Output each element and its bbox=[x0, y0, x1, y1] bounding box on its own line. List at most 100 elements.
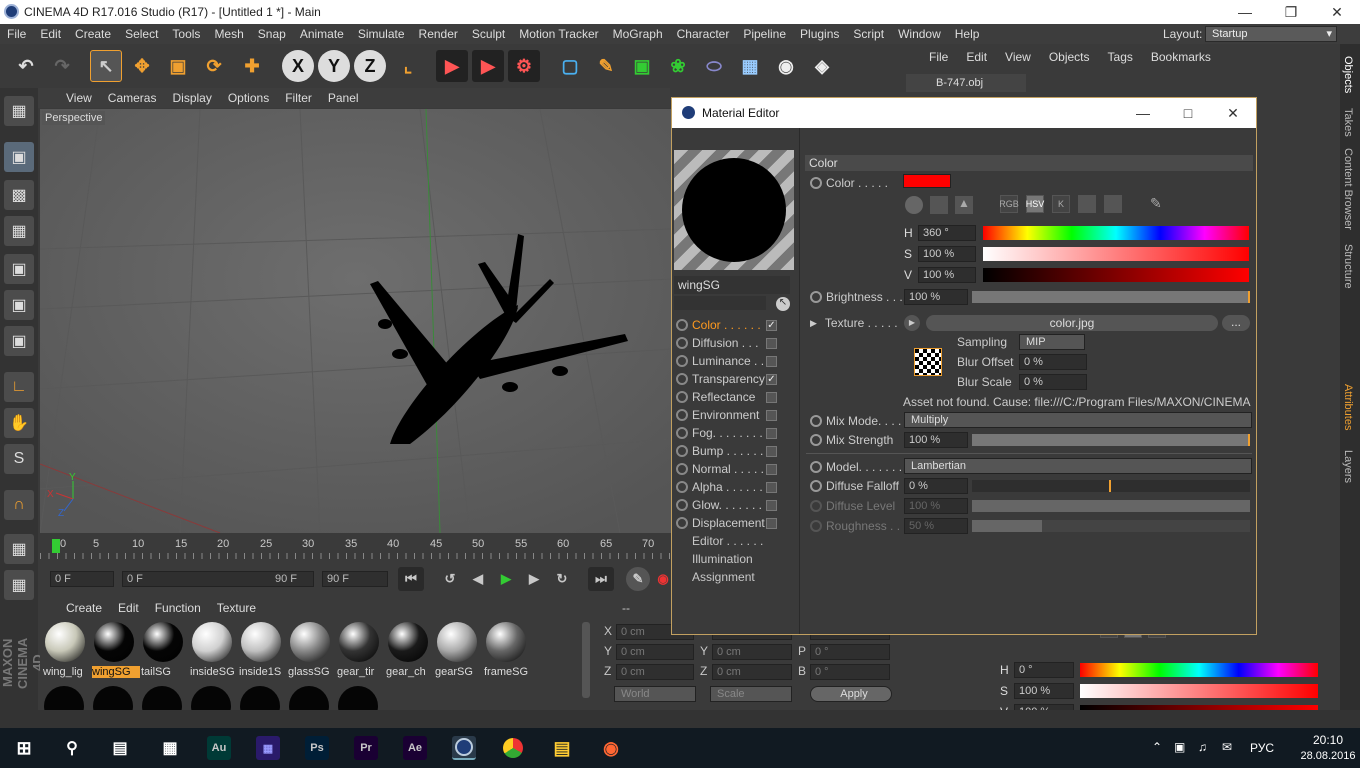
value-slider[interactable] bbox=[983, 268, 1249, 282]
obj-menu-view[interactable]: View bbox=[996, 50, 1040, 64]
color-swatch[interactable] bbox=[903, 174, 951, 188]
viewport-menu-options[interactable]: Options bbox=[220, 91, 277, 105]
mat-menu-texture[interactable]: Texture bbox=[209, 601, 264, 615]
mix-mode-anim-icon[interactable] bbox=[810, 415, 822, 427]
move-icon[interactable]: ✥ bbox=[126, 50, 158, 82]
channel-item[interactable]: Normal . . . . . bbox=[676, 460, 800, 478]
channel-checkbox[interactable] bbox=[766, 427, 777, 439]
channel-checkbox[interactable] bbox=[766, 409, 777, 421]
channel-item[interactable]: Transparency ✓ bbox=[676, 370, 800, 388]
obj-menu-tags[interactable]: Tags bbox=[1099, 50, 1142, 64]
premiere-icon[interactable]: Pr bbox=[354, 736, 378, 760]
mix-strength-anim-icon[interactable] bbox=[810, 434, 822, 446]
menu-edit[interactable]: Edit bbox=[33, 27, 68, 41]
obj-menu-file[interactable]: File bbox=[920, 50, 957, 64]
volume-icon[interactable]: ♫ bbox=[1198, 740, 1207, 754]
viewport-menu-display[interactable]: Display bbox=[164, 91, 219, 105]
channel-anim-icon[interactable] bbox=[676, 463, 688, 475]
material-thumb[interactable] bbox=[140, 620, 186, 666]
minimize-button[interactable]: — bbox=[1222, 0, 1268, 24]
coord-mode-select[interactable]: Scale bbox=[710, 686, 792, 702]
channel-checkbox[interactable] bbox=[766, 445, 777, 457]
material-thumb[interactable] bbox=[189, 620, 235, 666]
channel-anim-icon[interactable] bbox=[676, 355, 688, 367]
material-thumb[interactable] bbox=[385, 620, 431, 666]
material-preview[interactable] bbox=[674, 150, 794, 270]
channel-anim-icon[interactable] bbox=[676, 445, 688, 457]
scale-icon[interactable]: ▣ bbox=[162, 50, 194, 82]
obj-menu-edit[interactable]: Edit bbox=[957, 50, 996, 64]
render-to-picture-viewer-icon[interactable]: ▶ bbox=[472, 50, 504, 82]
viewport-menu-panel[interactable]: Panel bbox=[320, 91, 367, 105]
material-thumb[interactable] bbox=[91, 620, 137, 666]
go-to-end-icon[interactable]: ⏭ bbox=[588, 567, 614, 591]
spectrum-icon[interactable] bbox=[930, 196, 948, 214]
material-thumb[interactable] bbox=[336, 620, 382, 666]
menu-select[interactable]: Select bbox=[118, 27, 165, 41]
material-scrollbar[interactable] bbox=[582, 622, 590, 698]
viewport[interactable] bbox=[40, 109, 672, 533]
attr-h-field[interactable]: 0 ° bbox=[1014, 662, 1074, 678]
task-view-icon[interactable]: ▤ bbox=[108, 736, 132, 760]
channel-anim-icon[interactable] bbox=[676, 409, 688, 421]
menu-mograph[interactable]: MoGraph bbox=[606, 27, 670, 41]
timeline-ruler[interactable]: 0 5 10 15 20 25 30 35 40 45 50 55 60 65 … bbox=[40, 533, 672, 567]
pen-icon[interactable]: ✎ bbox=[590, 50, 622, 82]
menu-help[interactable]: Help bbox=[948, 27, 987, 41]
record-keys-icon[interactable]: ✎ bbox=[626, 567, 650, 591]
menu-file[interactable]: File bbox=[0, 27, 33, 41]
channel-anim-icon[interactable] bbox=[676, 391, 688, 403]
pos-y-field[interactable]: 0 cm bbox=[616, 644, 694, 660]
points-mode-icon[interactable]: ▣ bbox=[4, 254, 34, 284]
material-thumb[interactable] bbox=[434, 620, 480, 666]
channel-anim-icon[interactable] bbox=[676, 481, 688, 493]
subdivision-icon[interactable]: ▣ bbox=[626, 50, 658, 82]
menu-sculpt[interactable]: Sculpt bbox=[465, 27, 512, 41]
saturation-slider[interactable] bbox=[983, 247, 1249, 261]
last-tool-icon[interactable]: ✚ bbox=[236, 50, 268, 82]
maximize-button[interactable]: ❐ bbox=[1268, 0, 1314, 24]
eyedropper-icon[interactable]: ✎ bbox=[1150, 195, 1162, 212]
menu-pipeline[interactable]: Pipeline bbox=[736, 27, 793, 41]
material-thumb[interactable] bbox=[238, 620, 284, 666]
channel-item[interactable]: Alpha . . . . . . bbox=[676, 478, 800, 496]
menu-plugins[interactable]: Plugins bbox=[793, 27, 846, 41]
attr-saturation-slider[interactable] bbox=[1080, 684, 1318, 698]
material-thumb[interactable] bbox=[483, 620, 529, 666]
channel-checkbox[interactable]: ✓ bbox=[766, 373, 777, 385]
material-thumb[interactable] bbox=[287, 620, 333, 666]
menu-create[interactable]: Create bbox=[68, 27, 118, 41]
v-field[interactable]: 100 % bbox=[918, 267, 976, 283]
channel-anim-icon[interactable] bbox=[676, 373, 688, 385]
tab-takes[interactable]: Takes bbox=[1342, 108, 1354, 137]
tray-chevron-icon[interactable]: ⌃ bbox=[1152, 740, 1162, 754]
sampling-select[interactable]: MIP bbox=[1019, 334, 1085, 350]
channel-checkbox[interactable] bbox=[766, 391, 777, 403]
me-k-button[interactable]: K bbox=[1052, 195, 1070, 213]
mix-mode-select[interactable]: Multiply bbox=[904, 412, 1252, 428]
channel-checkbox[interactable] bbox=[766, 517, 777, 529]
render-view-icon[interactable]: ▶ bbox=[436, 50, 468, 82]
channel-checkbox[interactable] bbox=[766, 463, 777, 475]
hue-slider[interactable] bbox=[983, 226, 1249, 240]
lock-workplane-icon[interactable]: ▦ bbox=[4, 534, 34, 564]
color-anim-icon[interactable] bbox=[810, 177, 822, 189]
viewport-menu-cameras[interactable]: Cameras bbox=[100, 91, 165, 105]
next-key-icon[interactable]: ↻ bbox=[550, 567, 574, 591]
channel-anim-icon[interactable] bbox=[676, 319, 688, 331]
viewport-menu-view[interactable]: View bbox=[58, 91, 100, 105]
menu-character[interactable]: Character bbox=[670, 27, 737, 41]
color-wheel-icon[interactable] bbox=[905, 196, 923, 214]
texture-missing-icon[interactable] bbox=[914, 348, 942, 376]
material-search-field[interactable] bbox=[674, 296, 766, 310]
tab-attributes[interactable]: Attributes bbox=[1342, 384, 1354, 430]
tab-objects[interactable]: Objects bbox=[1342, 56, 1354, 93]
deformer-icon[interactable]: ⬭ bbox=[698, 50, 730, 82]
me-rgb-button[interactable]: RGB bbox=[999, 195, 1019, 213]
current-frame-field[interactable]: 0 F bbox=[50, 571, 114, 587]
tweak-mode-icon[interactable]: ✋ bbox=[4, 408, 34, 438]
menu-script[interactable]: Script bbox=[846, 27, 891, 41]
edges-mode-icon[interactable]: ▣ bbox=[4, 290, 34, 320]
menu-render[interactable]: Render bbox=[412, 27, 465, 41]
notifications-icon[interactable]: ✉ bbox=[1222, 740, 1232, 754]
